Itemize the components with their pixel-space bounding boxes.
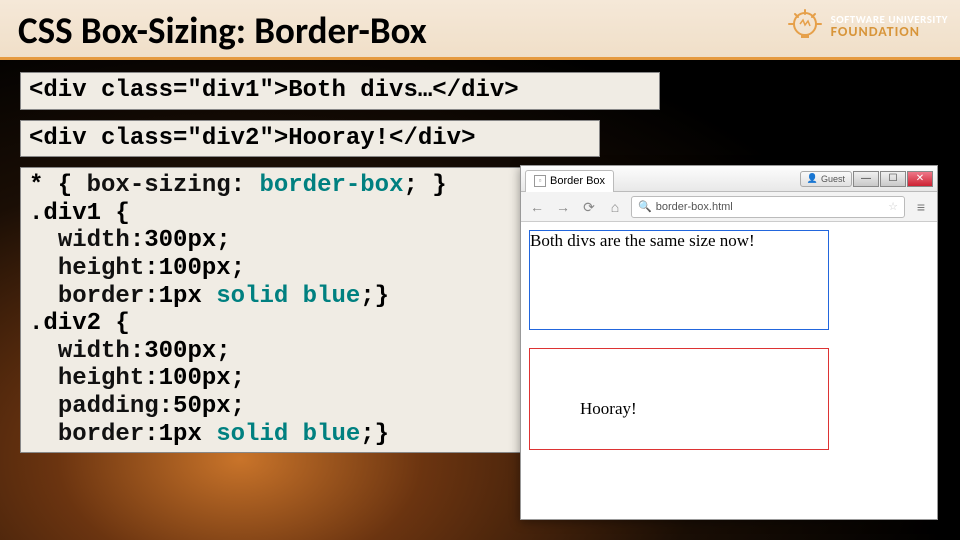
browser-window: ▫ Border Box 👤 Guest — ☐ ✕ ← → ⟳ ⌂ 🔍 bor…: [520, 165, 938, 520]
url-text: border-box.html: [656, 201, 733, 213]
example-div2: Hooray!: [529, 348, 829, 450]
tab-title: Border Box: [550, 175, 605, 187]
code-html-div2: <div class="div2">Hooray!</div>: [20, 120, 600, 158]
maximize-button[interactable]: ☐: [880, 171, 906, 187]
browser-viewport: Both divs are the same size now! Hooray!: [521, 222, 937, 519]
lightbulb-icon: [785, 6, 825, 46]
guest-label: Guest: [821, 174, 845, 184]
bookmark-star-icon[interactable]: ☆: [888, 200, 898, 213]
search-icon: 🔍: [638, 200, 652, 213]
user-icon: 👤: [807, 173, 818, 184]
guest-button[interactable]: 👤 Guest: [800, 171, 852, 187]
forward-button[interactable]: →: [553, 197, 573, 217]
reload-button[interactable]: ⟳: [579, 197, 599, 217]
page-icon: ▫: [534, 175, 546, 187]
browser-toolbar: ← → ⟳ ⌂ 🔍 border-box.html ☆ ≡: [521, 192, 937, 222]
menu-button[interactable]: ≡: [911, 199, 931, 215]
browser-tab[interactable]: ▫ Border Box: [525, 170, 614, 192]
logo: SOFTWARE UNIVERSITY FOUNDATION: [785, 6, 948, 46]
code-css-block: * { box-sizing: border-box; } .div1 { wi…: [20, 167, 600, 453]
example-div1: Both divs are the same size now!: [529, 230, 829, 330]
logo-line2: FOUNDATION: [831, 25, 948, 39]
code-html-div1: <div class="div1">Both divs…</div>: [20, 72, 660, 110]
minimize-button[interactable]: —: [853, 171, 879, 187]
close-button[interactable]: ✕: [907, 171, 933, 187]
back-button[interactable]: ←: [527, 197, 547, 217]
url-bar[interactable]: 🔍 border-box.html ☆: [631, 196, 905, 218]
home-button[interactable]: ⌂: [605, 197, 625, 217]
browser-titlebar: ▫ Border Box 👤 Guest — ☐ ✕: [521, 166, 937, 192]
